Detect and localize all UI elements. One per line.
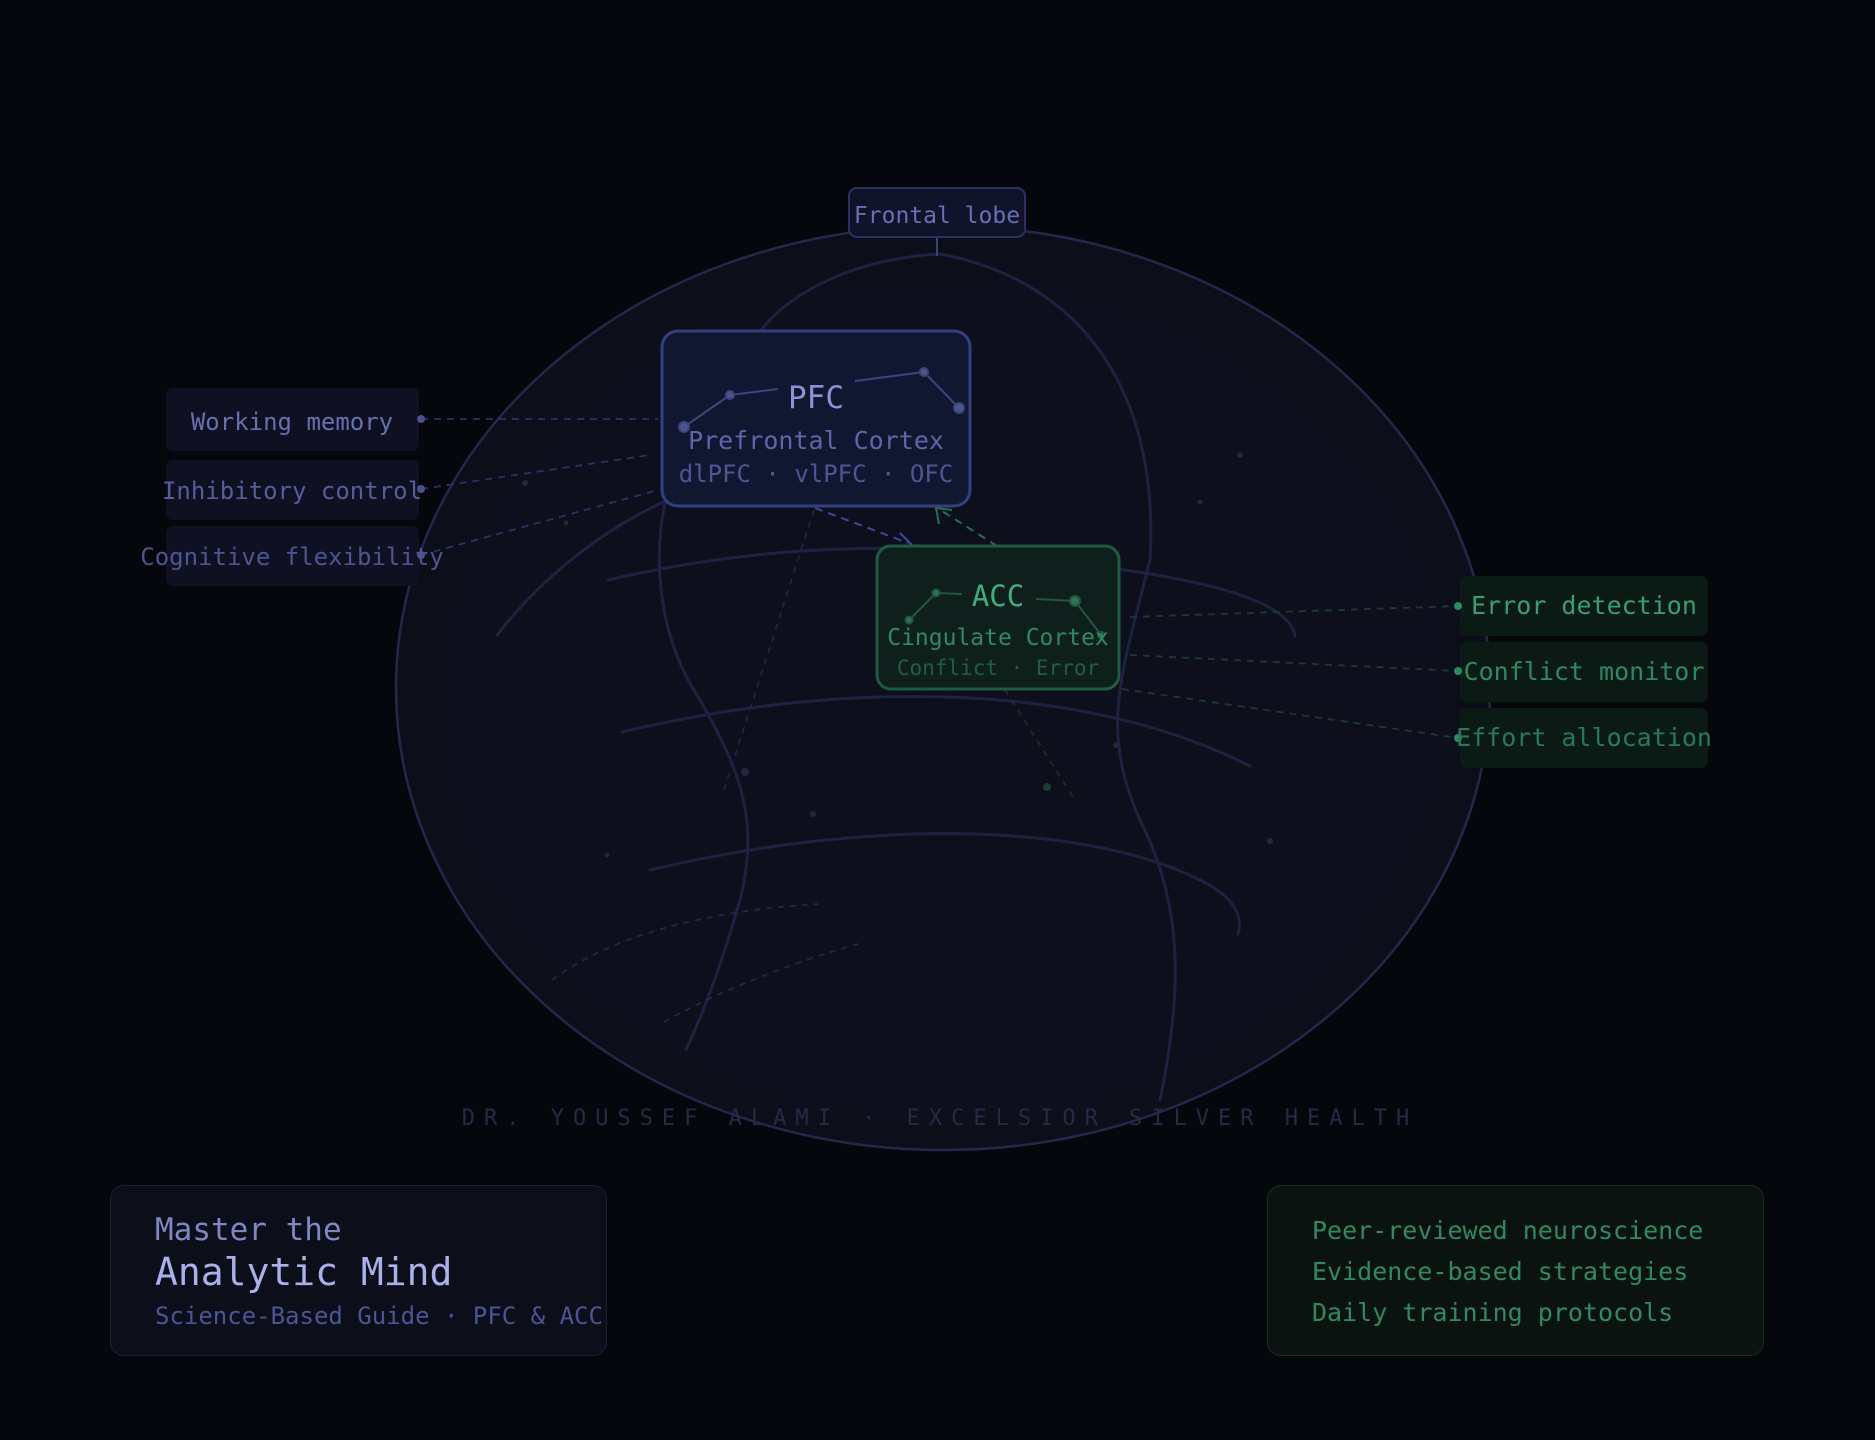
title-line-1: Master the [155,1212,342,1248]
feature-item: Daily training protocols [1312,1298,1674,1327]
svg-text:Conflict monitor: Conflict monitor [1464,657,1705,686]
svg-text:Effort allocation: Effort allocation [1456,723,1712,752]
svg-text:Error detection: Error detection [1471,591,1697,620]
feature-item: Evidence-based strategies [1312,1257,1689,1286]
title-subtitle: Science-Based Guide · PFC & ACC [155,1302,603,1330]
acc-function-error-detection: Error detection [1454,576,1708,636]
acc-function-effort-allocation: Effort allocation [1454,708,1712,768]
acc-name: Cingulate Cortex [887,625,1109,651]
title-card: Master the Analytic Mind Science-Based G… [110,1185,607,1356]
pfc-name: Prefrontal Cortex [688,426,944,455]
pfc-abbr: PFC [788,380,844,416]
acc-function-list: Error detection Conflict monitor Effort … [1454,576,1712,768]
pfc-function-inhibitory-control: Inhibitory control [162,460,425,520]
feature-item: Peer-reviewed neuroscience [1312,1216,1704,1245]
cover-stage: Frontal lobe PFC Prefrontal Cortex dlPFC… [0,0,1875,1440]
acc-abbr: ACC [972,579,1024,613]
frontal-lobe-label: Frontal lobe [854,203,1020,229]
svg-text:Cognitive flexibility: Cognitive flexibility [140,543,443,571]
pfc-function-working-memory: Working memory [166,388,425,451]
features-card: Peer-reviewed neuroscience Evidence-base… [1267,1185,1764,1356]
pfc-subregions: dlPFC · vlPFC · OFC [679,460,954,488]
feature-list: Peer-reviewed neuroscience Evidence-base… [1312,1216,1703,1339]
title-line-2: Analytic Mind [155,1250,453,1294]
svg-text:Inhibitory control: Inhibitory control [162,477,422,505]
pfc-function-list: Working memory Inhibitory control Cognit… [140,388,444,586]
pfc-function-cognitive-flexibility: Cognitive flexibility [140,526,444,586]
acc-function-conflict-monitor: Conflict monitor [1454,642,1708,702]
svg-text:Working memory: Working memory [191,408,393,436]
pfc-region: PFC Prefrontal Cortex dlPFC · vlPFC · OF… [660,329,972,508]
acc-subtitle: Conflict · Error [897,656,1099,680]
acc-region: ACC Cingulate Cortex Conflict · Error [875,544,1121,691]
author-credit: DR. YOUSSEF ALAMI · EXCELSIOR SILVER HEA… [462,1106,1419,1131]
